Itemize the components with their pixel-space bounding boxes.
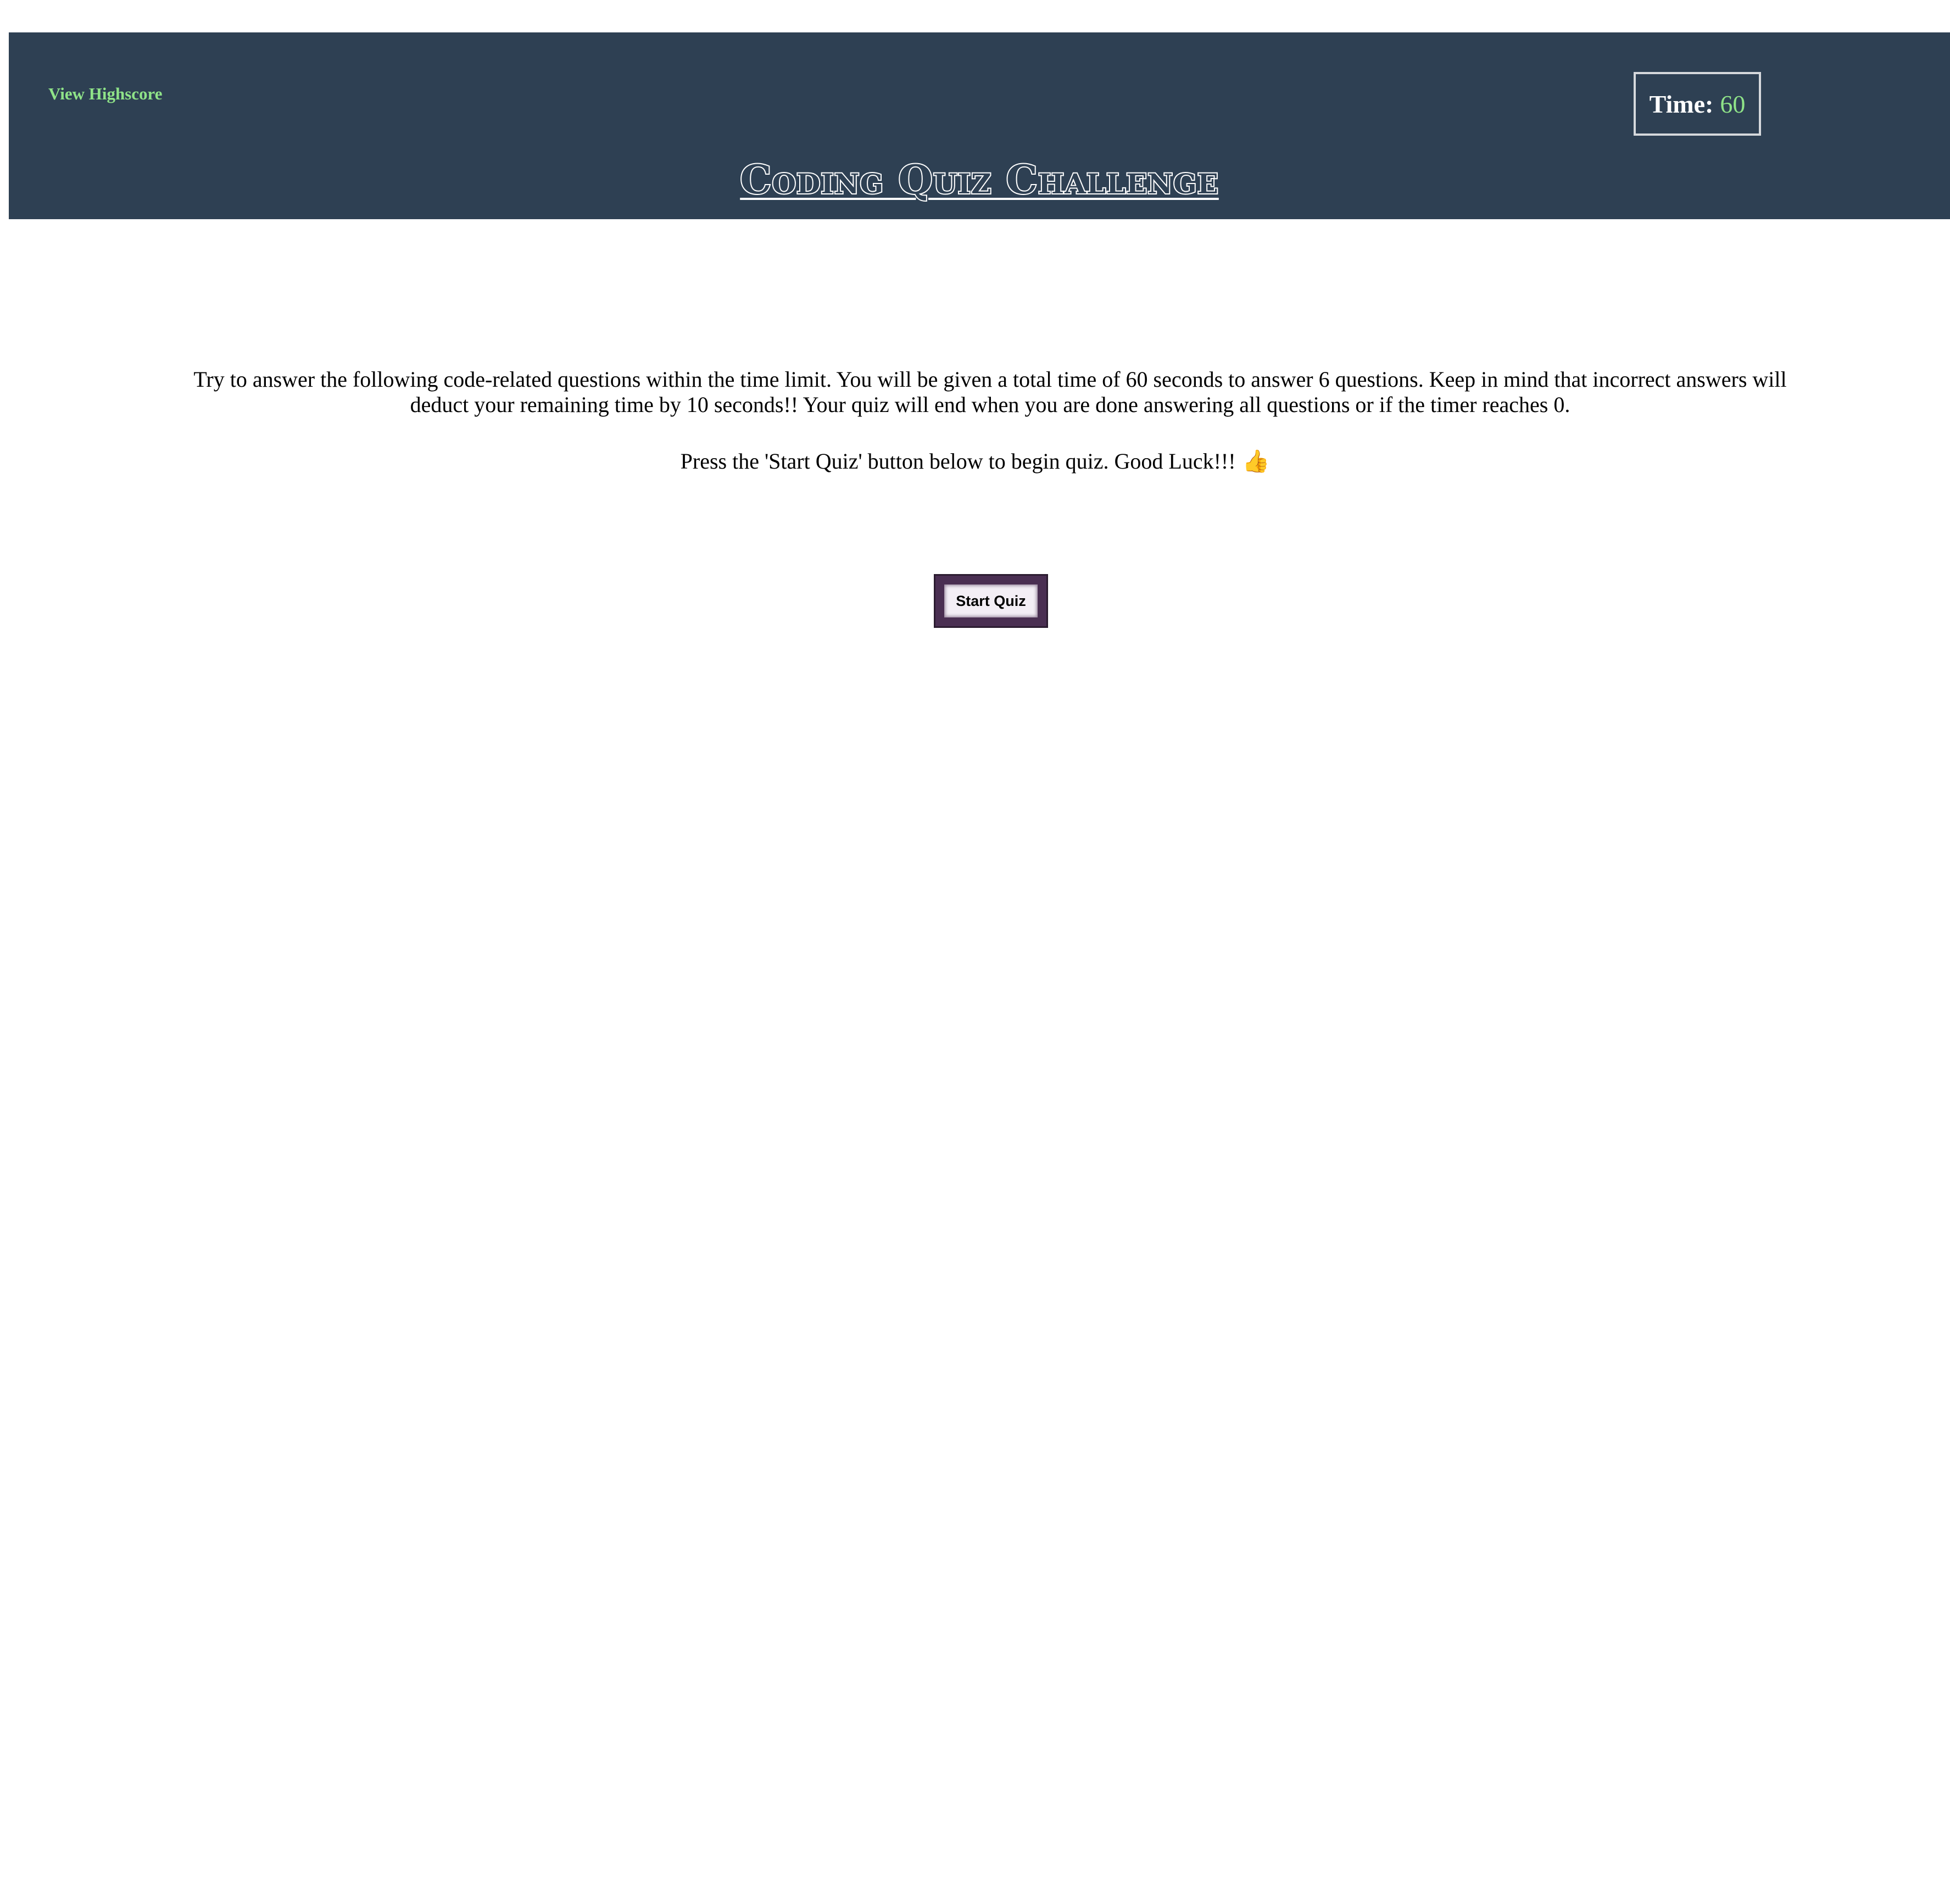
start-quiz-button[interactable]: Start Quiz [935, 576, 1046, 626]
timer: Time: 60 [1634, 72, 1761, 136]
timer-value: 60 [1720, 90, 1746, 118]
start-prompt: Press the 'Start Quiz' button below to b… [0, 448, 1950, 475]
view-highscore-link[interactable]: View Highscore [48, 83, 163, 105]
page: View Highscore Time: 60 Coding Quiz Chal… [0, 0, 1950, 1904]
thumbs-up-icon: 👍 [1242, 449, 1270, 474]
timer-label: Time: [1649, 90, 1714, 118]
page-title: Coding Quiz Challenge [739, 155, 1219, 204]
header: View Highscore Time: 60 Coding Quiz Chal… [9, 32, 1950, 219]
quiz-instructions: Try to answer the following code-related… [193, 367, 1787, 417]
start-prompt-text: Press the 'Start Quiz' button below to b… [680, 449, 1236, 474]
